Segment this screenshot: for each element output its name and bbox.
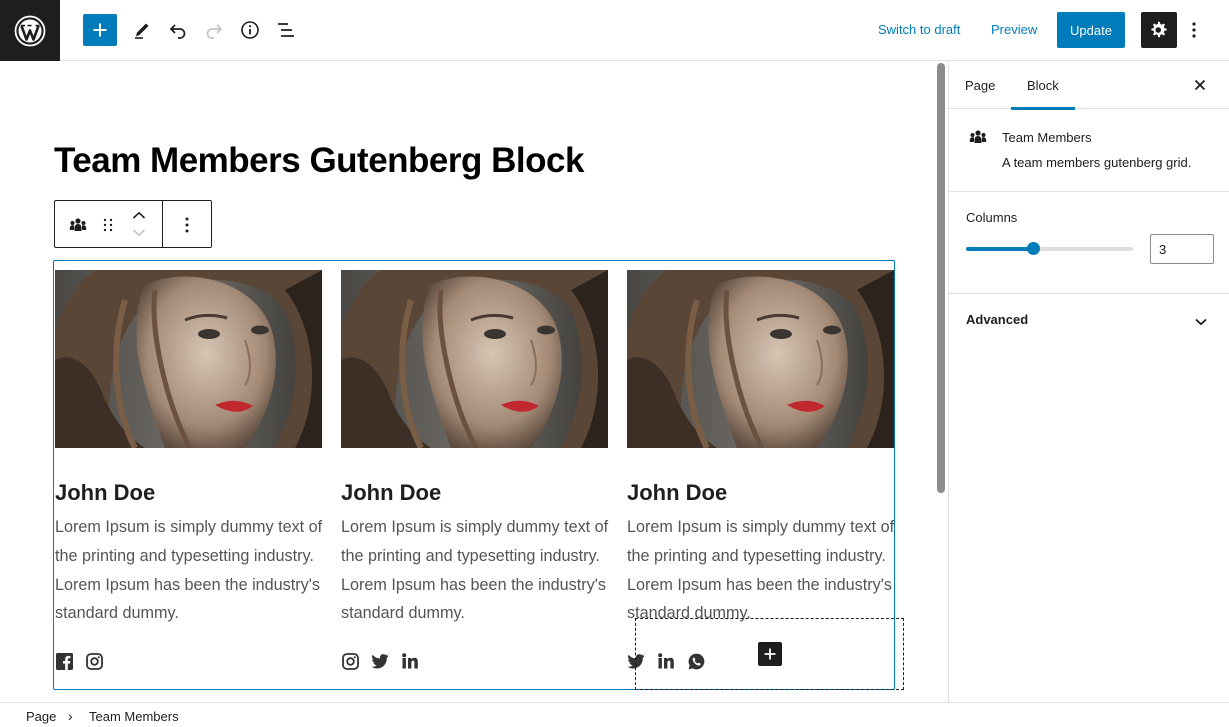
- range-thumb[interactable]: [1026, 242, 1040, 255]
- move-up-button[interactable]: [129, 207, 149, 223]
- groups-icon: [69, 218, 87, 231]
- page-title[interactable]: Team Members Gutenberg Block: [54, 141, 584, 181]
- details-button[interactable]: [233, 13, 267, 47]
- member-bio[interactable]: Lorem Ipsum is simply dummy text of the …: [627, 513, 899, 628]
- twitter-icon[interactable]: [371, 652, 389, 670]
- team-member-card[interactable]: John Doe Lorem Ipsum is simply dummy tex…: [341, 270, 608, 670]
- preview-button[interactable]: Preview: [991, 22, 1037, 37]
- block-toolbar: [54, 200, 212, 248]
- member-social-links: [55, 652, 103, 670]
- member-bio[interactable]: Lorem Ipsum is simply dummy text of the …: [55, 513, 327, 628]
- drag-handle[interactable]: [99, 215, 117, 235]
- member-name[interactable]: John Doe: [55, 480, 155, 506]
- block-breadcrumb: Page › Team Members: [0, 702, 1229, 727]
- member-photo[interactable]: [341, 270, 608, 448]
- breadcrumb-separator: ›: [68, 708, 73, 724]
- switch-to-draft-button[interactable]: Switch to draft: [878, 22, 960, 37]
- team-member-card[interactable]: John Doe Lorem Ipsum is simply dummy tex…: [627, 270, 894, 669]
- more-vertical-icon: [185, 217, 189, 233]
- editor-scrollbar[interactable]: [937, 63, 945, 493]
- tab-block[interactable]: Block: [1011, 61, 1075, 110]
- block-card-title: Team Members: [1002, 130, 1092, 145]
- sidebar-tabs: Page Block: [949, 61, 1229, 110]
- more-vertical-icon: [1192, 22, 1196, 38]
- chevron-down-icon: [132, 229, 146, 237]
- add-inner-block-button[interactable]: [758, 642, 782, 666]
- member-bio[interactable]: Lorem Ipsum is simply dummy text of the …: [341, 513, 613, 628]
- chevron-up-icon: [132, 211, 146, 219]
- pencil-icon: [135, 23, 149, 39]
- columns-number-input[interactable]: [1150, 234, 1214, 264]
- columns-panel: Columns: [949, 192, 1229, 294]
- tab-page[interactable]: Page: [965, 61, 995, 109]
- chevron-down-icon: [1195, 313, 1207, 331]
- block-card: Team Members A team members gutenberg gr…: [949, 109, 1229, 192]
- facebook-icon[interactable]: [55, 652, 73, 670]
- redo-button[interactable]: [197, 13, 231, 47]
- drag-handle-icon: [103, 218, 113, 232]
- list-view-button[interactable]: [269, 13, 303, 47]
- range-fill: [966, 247, 1033, 251]
- member-name[interactable]: John Doe: [627, 480, 727, 506]
- breadcrumb-page[interactable]: Page: [26, 709, 56, 724]
- member-social-links: [341, 652, 419, 670]
- breadcrumb-current[interactable]: Team Members: [89, 709, 179, 724]
- settings-sidebar: Page Block Team Members A team members g…: [948, 61, 1229, 702]
- redo-icon: [206, 24, 223, 39]
- columns-label: Columns: [966, 210, 1018, 225]
- member-photo[interactable]: [627, 270, 894, 448]
- instagram-icon[interactable]: [85, 652, 103, 670]
- settings-button[interactable]: [1141, 12, 1177, 48]
- list-view-icon: [278, 23, 294, 37]
- plus-icon: [764, 648, 776, 660]
- member-name[interactable]: John Doe: [341, 480, 441, 506]
- move-down-button[interactable]: [129, 225, 149, 241]
- block-card-description: A team members gutenberg grid.: [1002, 155, 1192, 170]
- undo-icon: [169, 24, 186, 39]
- add-block-button[interactable]: [83, 14, 117, 46]
- advanced-label: Advanced: [966, 312, 1029, 327]
- plus-icon: [93, 23, 107, 37]
- team-member-card[interactable]: John Doe Lorem Ipsum is simply dummy tex…: [55, 270, 322, 670]
- options-menu-button[interactable]: [1184, 16, 1204, 44]
- linkedin-icon[interactable]: [401, 652, 419, 670]
- gear-icon: [1151, 21, 1167, 38]
- info-icon: [241, 21, 259, 39]
- undo-button[interactable]: [161, 13, 195, 47]
- columns-range-slider[interactable]: [966, 242, 1133, 255]
- toolbar-divider: [162, 201, 163, 247]
- block-type-button[interactable]: [67, 215, 89, 235]
- groups-icon: [969, 129, 987, 150]
- member-photo[interactable]: [55, 270, 322, 448]
- close-sidebar-button[interactable]: [1190, 75, 1210, 95]
- block-options-button[interactable]: [175, 214, 199, 236]
- advanced-panel-toggle[interactable]: Advanced: [949, 294, 1229, 344]
- wordpress-logo[interactable]: [0, 0, 60, 61]
- editor-header: Switch to draft Preview Update: [0, 0, 1229, 61]
- tools-button[interactable]: [125, 13, 159, 47]
- tab-block-label: Block: [1027, 77, 1059, 93]
- wordpress-icon: [14, 15, 46, 46]
- close-icon: [1194, 79, 1206, 91]
- instagram-icon[interactable]: [341, 652, 359, 670]
- update-button[interactable]: Update: [1057, 12, 1125, 48]
